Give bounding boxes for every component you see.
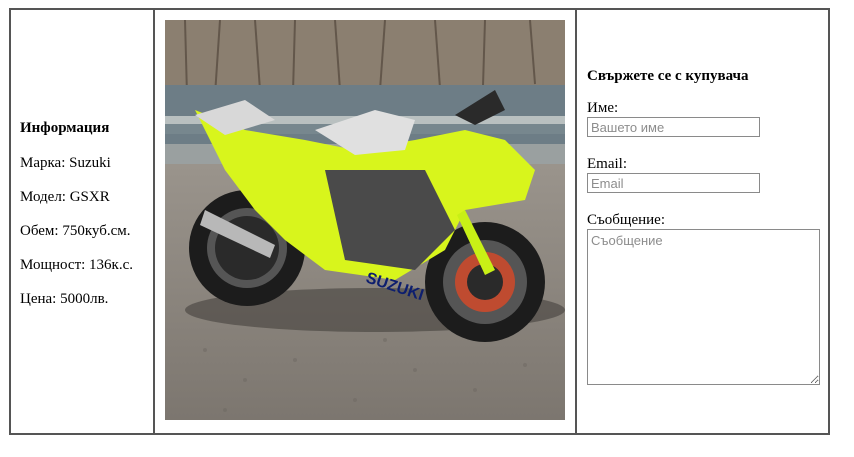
contact-column: Свържете се с купувача Име: Email: Съобщ… — [577, 10, 828, 433]
listing-layout: Информация Марка: Suzuki Модел: GSXR Обе… — [9, 8, 830, 435]
motorcycle-photo: SUZUKI — [165, 20, 565, 420]
name-input[interactable] — [587, 117, 760, 137]
contact-heading: Свържете се с купувача — [587, 68, 749, 84]
email-label: Email: — [587, 156, 627, 172]
photo-column: SUZUKI — [155, 10, 577, 433]
name-label: Име: — [587, 100, 619, 116]
brand-text: Марка: Suzuki — [20, 154, 111, 171]
info-column: Информация Марка: Suzuki Модел: GSXR Обе… — [11, 10, 155, 433]
email-input[interactable] — [587, 173, 760, 193]
message-label: Съобщение: — [587, 212, 665, 228]
message-textarea[interactable] — [587, 229, 820, 385]
info-heading: Информация — [20, 119, 110, 136]
power-text: Мощност: 136к.с. — [20, 256, 133, 273]
price-text: Цена: 5000лв. — [20, 290, 109, 307]
volume-text: Обем: 750куб.см. — [20, 222, 131, 239]
model-text: Модел: GSXR — [20, 188, 110, 205]
